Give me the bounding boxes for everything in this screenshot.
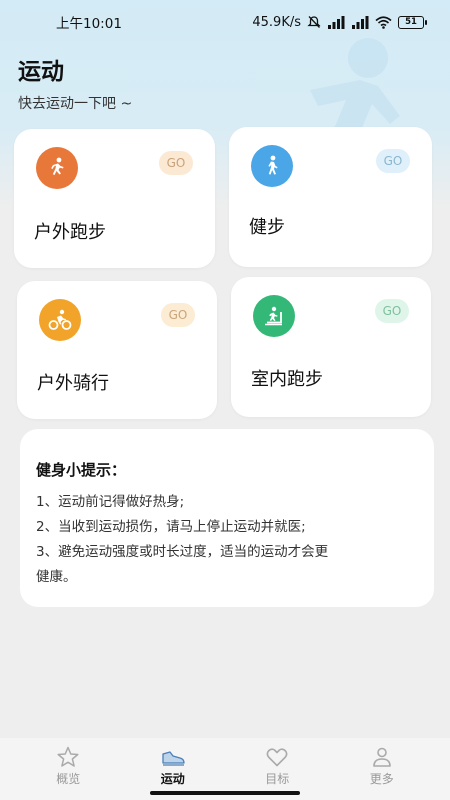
sneaker-icon — [162, 751, 185, 766]
tab-label: 目标 — [265, 772, 290, 786]
tips-title: 健身小提示： — [36, 461, 127, 479]
status-bar: 上午10:01 45.9K/s 51 — [0, 0, 450, 44]
home-indicator[interactable] — [150, 791, 300, 795]
card-indoor-run[interactable]: GO 室内跑步 — [231, 277, 431, 417]
signal-icon — [327, 15, 345, 29]
page-title: 运动 — [18, 59, 64, 85]
mute-icon — [307, 15, 321, 29]
treadmill-icon — [253, 295, 295, 337]
go-button[interactable]: GO — [376, 149, 410, 173]
fitness-tips-card: 健身小提示： 1、运动前记得做好热身; 2、当收到运动损伤，请马上停止运动并就医… — [20, 429, 434, 607]
tab-more[interactable]: 更多 — [337, 746, 427, 800]
signal-icon-2 — [351, 15, 369, 29]
tab-label: 运动 — [160, 772, 185, 786]
page-subtitle: 快去运动一下吧 ~ — [18, 96, 133, 112]
card-outdoor-run[interactable]: GO 户外跑步 — [14, 129, 215, 268]
tab-label: 概览 — [56, 772, 81, 786]
go-button[interactable]: GO — [159, 151, 193, 175]
status-indicators: 45.9K/s 51 — [252, 14, 427, 30]
card-walk[interactable]: GO 健步 — [229, 127, 432, 267]
card-label: 健步 — [249, 217, 285, 238]
card-label: 室内跑步 — [251, 369, 323, 390]
tips-line: 2、当收到运动损伤，请马上停止运动并就医; — [36, 519, 306, 535]
tips-line: 健康。 — [36, 569, 77, 585]
star-icon — [57, 746, 79, 767]
bike-icon — [39, 299, 81, 341]
tips-line: 3、避免运动强度或时长过度，适当的运动才会更 — [36, 544, 329, 560]
tips-line: 1、运动前记得做好热身; — [36, 494, 185, 510]
wifi-icon — [375, 15, 392, 29]
outdoor-run-icon — [36, 147, 78, 189]
person-icon — [372, 747, 391, 767]
card-label: 户外跑步 — [34, 222, 106, 243]
network-speed: 45.9K/s — [252, 14, 301, 30]
walk-icon — [251, 145, 293, 187]
go-button[interactable]: GO — [161, 303, 195, 327]
status-time: 上午10:01 — [56, 16, 122, 32]
heart-icon — [266, 748, 288, 767]
tab-label: 更多 — [369, 772, 394, 786]
card-label: 户外骑行 — [37, 373, 109, 394]
card-outdoor-bike[interactable]: GO 户外骑行 — [17, 281, 217, 419]
go-button[interactable]: GO — [375, 299, 409, 323]
tab-overview[interactable]: 概览 — [23, 746, 113, 800]
battery-icon: 51 — [398, 15, 427, 29]
